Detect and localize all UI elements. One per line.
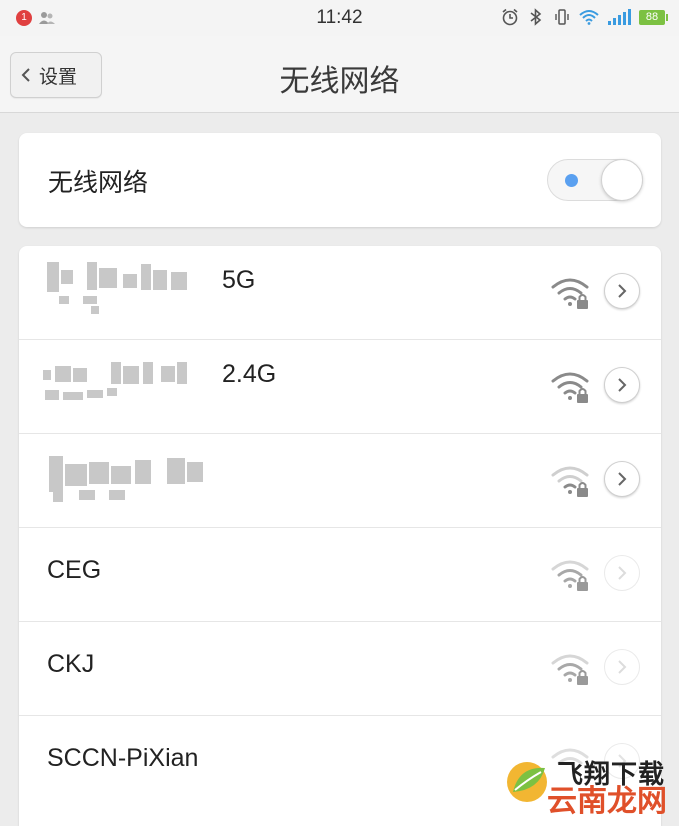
wifi-status-icon [579,10,599,25]
chevron-right-icon [618,472,627,486]
chevron-right-icon [618,378,627,392]
page-title: 无线网络 [279,64,400,99]
wifi-lock-icon [551,654,589,685]
status-icons: 88 [501,8,668,26]
title-bar: 设置 无线网络 [0,36,679,113]
network-row[interactable]: CKJ [19,622,661,716]
wifi-lock-icon [551,560,589,591]
network-row[interactable]: 5G [19,246,661,340]
network-name: SCCN-PiXian [47,744,199,772]
wifi-toggle-label: 无线网络 [48,168,149,197]
bluetooth-icon [530,8,542,26]
cell-signal-icon [608,9,631,25]
watermark: 飞翔下载 云南龙网 [505,750,675,819]
alarm-icon [502,8,518,26]
network-details-button[interactable] [604,555,640,591]
wifi-toggle-card: 无线网络 [19,133,661,227]
toggle-indicator-dot [565,174,578,187]
network-list: 5G 2.4G CEG CKJ SCCN-PiXian [19,246,661,826]
wifi-lock-icon [551,278,589,309]
network-details-button[interactable] [604,649,640,685]
network-name: 5G [222,266,256,294]
chevron-right-icon [618,284,627,298]
network-row[interactable] [19,434,661,528]
status-bar: 1 11:42 88 [0,0,679,36]
toggle-knob[interactable] [601,159,643,201]
network-details-button[interactable] [604,461,640,497]
battery-indicator: 88 [639,9,668,25]
leaf-logo-icon [507,762,547,802]
network-row[interactable]: 2.4G [19,340,661,434]
wifi-toggle-switch[interactable] [547,159,643,201]
chevron-right-icon [618,566,627,580]
watermark-line-2: 云南龙网 [547,784,667,819]
network-details-button[interactable] [604,367,640,403]
network-name: CKJ [47,650,95,678]
network-details-button[interactable] [604,273,640,309]
network-row[interactable]: CEG [19,528,661,622]
chevron-right-icon [618,660,627,674]
wifi-lock-icon [551,372,589,403]
wifi-lock-icon [551,466,589,497]
network-name: 2.4G [222,360,277,388]
vibrate-icon [555,9,569,25]
network-name: CEG [47,556,102,584]
